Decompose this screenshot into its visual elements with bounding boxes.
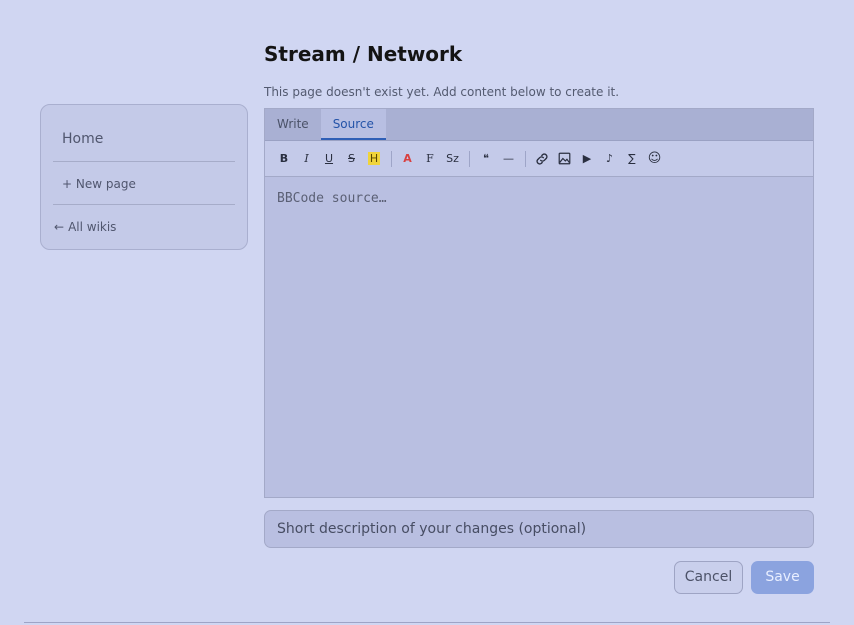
cancel-button[interactable]: Cancel <box>674 561 743 594</box>
editor-tabs: Write Source <box>265 109 813 141</box>
toolbar-separator <box>525 150 526 167</box>
bbcode-source-input[interactable]: BBCode source… <box>265 177 813 497</box>
bold-button[interactable]: B <box>274 149 294 169</box>
underline-button[interactable]: U <box>319 149 339 169</box>
change-description-input[interactable]: Short description of your changes (optio… <box>264 510 814 548</box>
tab-source[interactable]: Source <box>320 109 386 140</box>
italic-button[interactable]: I <box>297 149 317 169</box>
highlight-button[interactable]: H <box>364 149 384 169</box>
editor-toolbar: B I U S H A F Sz ❝ — ▶ ♪ ∑ ☺ <box>265 141 813 177</box>
quote-button[interactable]: ❝ <box>476 149 496 169</box>
save-button[interactable]: Save <box>751 561 814 594</box>
image-icon <box>558 152 571 165</box>
sidebar-item-home[interactable]: Home <box>53 105 235 162</box>
tab-write[interactable]: Write <box>265 109 321 140</box>
page-subtitle: This page doesn't exist yet. Add content… <box>264 85 620 99</box>
font-button[interactable]: F <box>420 149 440 169</box>
link-button[interactable] <box>532 149 552 169</box>
arrow-left-icon: ← <box>54 220 65 234</box>
sidebar-item-label: All wikis <box>68 220 117 234</box>
sidebar: Home + New page ← All wikis <box>40 104 248 250</box>
link-icon <box>536 152 548 165</box>
toolbar-separator <box>390 150 392 167</box>
page: Home + New page ← All wikis Stream / Netw… <box>0 0 854 625</box>
toolbar-separator <box>469 150 470 167</box>
emoji-button[interactable]: ☺ <box>645 149 665 169</box>
editor: Write Source B I U S H A F Sz ❝ — ▶ ♪ ∑ … <box>264 108 814 498</box>
video-button[interactable]: ▶ <box>577 149 597 169</box>
sidebar-item-all-wikis[interactable]: ← All wikis <box>53 205 235 247</box>
math-button[interactable]: ∑ <box>622 149 642 169</box>
audio-button[interactable]: ♪ <box>600 149 620 169</box>
footer-divider <box>24 622 830 623</box>
horizontal-rule-button[interactable]: — <box>499 149 519 169</box>
strikethrough-button[interactable]: S <box>342 149 362 169</box>
text-color-button[interactable]: A <box>398 149 418 169</box>
sidebar-item-new-page[interactable]: + New page <box>53 162 235 205</box>
font-size-button[interactable]: Sz <box>443 149 463 169</box>
image-button[interactable] <box>555 149 575 169</box>
page-title: Stream / Network <box>264 42 463 66</box>
highlight-icon: H <box>367 152 381 165</box>
